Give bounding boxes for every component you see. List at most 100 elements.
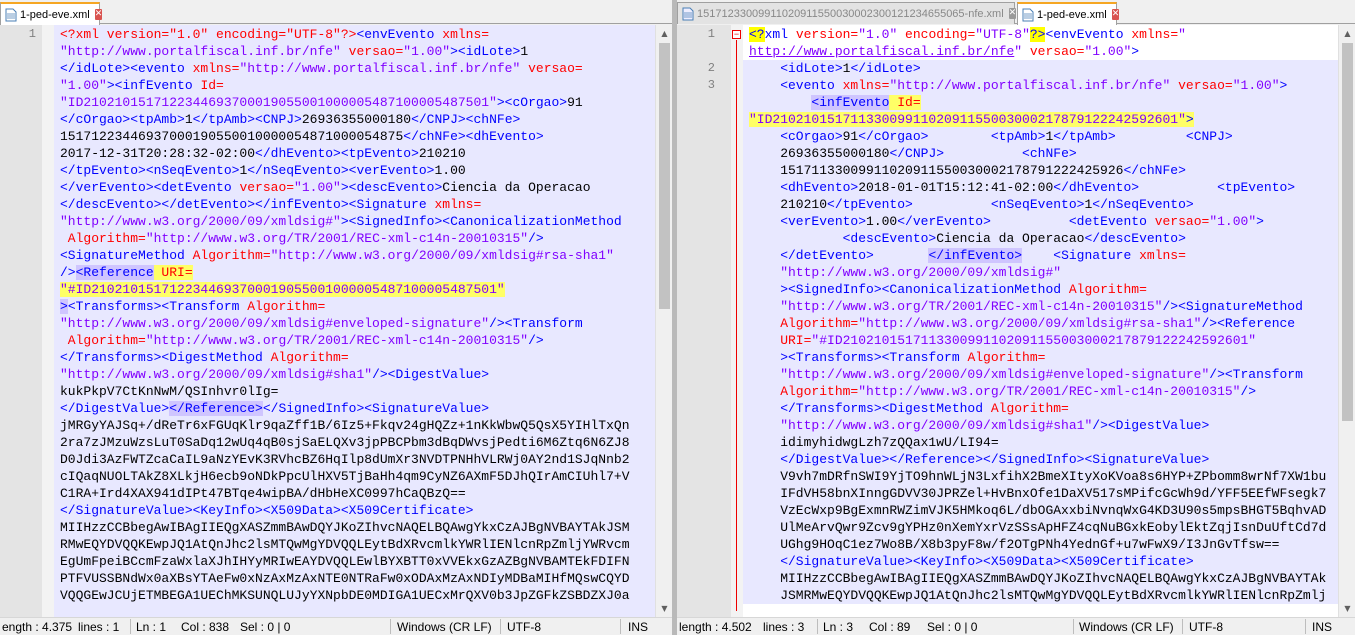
code-token: xmlns= bbox=[442, 27, 490, 42]
code-token: VQQGEwJCUjETMBEGA1UEChMKSUNQLUJyYXNpbDE0… bbox=[60, 588, 630, 603]
tab-1-ped-eve-left[interactable]: 1-ped-eve.xml ✕ bbox=[0, 2, 103, 25]
close-icon[interactable]: ✕ bbox=[1008, 8, 1017, 19]
code-token: "1.00" bbox=[1084, 44, 1132, 59]
code-token: 210210 bbox=[749, 197, 828, 212]
code-line: "#ID210210151712234469370001905500100000… bbox=[60, 281, 505, 298]
status-ln: Ln : 3 bbox=[823, 620, 854, 634]
scroll-thumb[interactable] bbox=[659, 43, 670, 309]
code-token: "1.00" bbox=[1232, 78, 1280, 93]
code-line: <dhEvento>2018-01-01T15:12:41-02:00</dhE… bbox=[749, 179, 1295, 196]
code-token: UGhg9HOqC1ez7Wo8B/X8b3pyF8w/f2OTgPNh4Yed… bbox=[749, 537, 1280, 552]
code-line: C1RA+Ird4XAX941dIPt47BTqe4wipBA/dHbHeXC0… bbox=[60, 485, 466, 502]
code-line: PTFVUSSBNdWx0aXBsYTAeFw0xNzAxMzAxNTE0NTR… bbox=[60, 570, 630, 587]
code-token: MIIHzzCCBbegAwIBAgIIEQgXASZmmBAwDQYJKoZI… bbox=[749, 571, 1327, 586]
close-icon[interactable]: ✕ bbox=[94, 9, 103, 20]
status-eol: Windows (CR LF) bbox=[397, 620, 492, 634]
code-token: <descEvento> bbox=[749, 231, 937, 246]
code-token: "http://www.w3.org/2000/09/xmldsig#envel… bbox=[60, 316, 490, 331]
code-token: </chNFe><dhEvento> bbox=[403, 129, 544, 144]
code-token: <?xml version="1.0" encoding="UTF-8"?> bbox=[60, 27, 357, 42]
code-token: </verEvento> <detEvento bbox=[897, 214, 1155, 229]
vertical-scrollbar[interactable]: ▲ ▼ bbox=[655, 25, 672, 617]
code-line: UlMeArvQwr9Zcv9gYPHz0nXemYxrVzSSsApHFZ4c… bbox=[749, 519, 1326, 536]
scroll-thumb[interactable] bbox=[1342, 43, 1353, 421]
code-token: versao= bbox=[1154, 214, 1210, 229]
vertical-scrollbar[interactable]: ▲ ▼ bbox=[1338, 25, 1355, 617]
code-token: /><Transform bbox=[489, 316, 583, 331]
status-lines: lines : 3 bbox=[763, 620, 805, 634]
code-token: ><SignedInfo><CanonicalizationMethod bbox=[749, 282, 1069, 297]
code-token: "UTF-8" bbox=[975, 27, 1030, 42]
code-line: 1517122344693700019055001000005487100005… bbox=[60, 128, 544, 145]
code-token: 1.00 bbox=[434, 163, 466, 178]
code-token: </verEvento><detEvento bbox=[60, 180, 240, 195]
code-line: UGhg9HOqC1ez7Wo8B/X8b3pyF8w/f2OTgPNh4Yed… bbox=[749, 536, 1280, 553]
code-token: </dhEvento><tpEvento> bbox=[255, 146, 419, 161]
code-token: ><cOrgao> bbox=[496, 95, 568, 110]
code-token: "http://www.w3.org/2000/09/xmldsig#rsa-s… bbox=[270, 248, 614, 263]
code-line: JSMRMwEQYDVQQKEwpJQ1AtQnJhc2lsMTQwMgYDVQ… bbox=[749, 587, 1326, 604]
code-line: <verEvento>1.00</verEvento> <detEvento v… bbox=[749, 213, 1264, 230]
arrow-up-icon[interactable]: ▲ bbox=[656, 25, 672, 42]
code-token: "1.00" bbox=[60, 78, 107, 93]
code-token: Algorithm= bbox=[967, 350, 1046, 365]
code-line: </Transforms><DigestMethod Algorithm= bbox=[60, 349, 349, 366]
code-token: </idLote> bbox=[850, 61, 921, 76]
text-editor-right[interactable]: 1 2 3 − <?xml version="1.0" encoding="UT… bbox=[677, 25, 1355, 617]
code-token: ><SignedInfo><CanonicalizationMethod bbox=[340, 214, 622, 229]
close-icon[interactable]: ✕ bbox=[1111, 9, 1120, 20]
code-token: IFdVH58bnXInngGDVV30JPRZel+HvBnxOfe1DaXV… bbox=[749, 486, 1327, 501]
code-token: C1RA+Ird4XAX941dIPt47BTqe4wipBA/dHbHeXC0… bbox=[60, 486, 466, 501]
code-line: <evento xmlns="http://www.portalfiscal.i… bbox=[749, 77, 1287, 94]
code-token: idimyhidwgLzh7zQQax1wU/LI94= bbox=[749, 435, 999, 450]
code-token: > bbox=[60, 299, 68, 314]
code-token: <envEvento bbox=[356, 27, 443, 42]
code-token: "1.00" bbox=[294, 180, 341, 195]
code-token: </cOrgao> <tpAmb> bbox=[858, 129, 1046, 144]
code-token: </chNFe> bbox=[1123, 163, 1186, 178]
code-token: "1.00" bbox=[1209, 214, 1257, 229]
code-token: <evento bbox=[749, 78, 843, 93]
code-token: </idLote><evento bbox=[60, 61, 193, 76]
code-token: UlMeArvQwr9Zcv9gYPHz0nXemYxrVzSSsApHFZ4c… bbox=[749, 520, 1327, 535]
code-line: </tpEvento><nSeqEvento>1</nSeqEvento><ve… bbox=[60, 162, 466, 179]
code-token: JSMRMwEQYDVQQKEwpJQ1AtQnJhc2lsMTQwMgYDVQ… bbox=[749, 588, 1327, 603]
code-line: "1.00"><infEvento Id= bbox=[60, 77, 224, 94]
arrow-down-icon[interactable]: ▼ bbox=[1339, 600, 1355, 617]
code-token: </DigestValue></Reference></SignedInfo><… bbox=[749, 452, 1210, 467]
code-token: </CNPJ><chNFe> bbox=[411, 112, 521, 127]
code-line: Algorithm="http://www.w3.org/TR/2001/REC… bbox=[749, 383, 1256, 400]
tab-nfe-xml[interactable]: 1517123300991102091155003000230012123465… bbox=[677, 2, 1017, 24]
status-lines: lines : 1 bbox=[78, 620, 120, 634]
status-sel: Sel : 0 | 0 bbox=[927, 620, 978, 634]
status-ln: Ln : 1 bbox=[136, 620, 167, 634]
code-line: VQQGEwJCUjETMBEGA1UEChMKSUNQLUJyYXNpbDE0… bbox=[60, 587, 630, 604]
code-line: jMRGyYAJSq+/dReTr6xFGUqKlr9qaZff1B/6Iz5+… bbox=[60, 417, 630, 434]
code-token: Algorithm= bbox=[270, 350, 349, 365]
fold-minus-icon[interactable]: − bbox=[732, 30, 741, 39]
code-line: 26936355000180</CNPJ> <chNFe> bbox=[749, 145, 1076, 162]
code-token: /> bbox=[528, 231, 544, 246]
code-token: Id= bbox=[889, 95, 921, 110]
text-editor-left[interactable]: 1 <?xml version="1.0" encoding="UTF-8"?>… bbox=[0, 25, 672, 617]
tab-1-ped-eve-right[interactable]: 1-ped-eve.xml ✕ bbox=[1017, 2, 1120, 25]
code-token: ><idLote> bbox=[450, 44, 521, 59]
code-line: ><Transforms><Transform Algorithm= bbox=[749, 349, 1045, 366]
code-token: URI= bbox=[153, 265, 193, 280]
code-token: ><descEvento> bbox=[340, 180, 443, 195]
code-line: 1517113300991102091155003000217879122242… bbox=[749, 162, 1186, 179]
code-token: RMwEQYDVQQKEwpJQ1AtQnJhc2lsMTQwMgYDVQQLE… bbox=[60, 537, 630, 552]
code-token: Algorithm= bbox=[192, 248, 271, 263]
code-token: > bbox=[1185, 112, 1194, 127]
code-line: <?xml version="1.0" encoding="UTF-8"?><e… bbox=[60, 26, 489, 43]
code-line: </descEvento></detEvento></infEvento><Si… bbox=[60, 196, 481, 213]
code-token: http://www.portalfiscal.inf.br/nfe bbox=[749, 44, 1015, 59]
code-text[interactable]: <?xml version="1.0" encoding="UTF-8"?><e… bbox=[743, 25, 1338, 617]
arrow-up-icon[interactable]: ▲ bbox=[1339, 25, 1355, 42]
code-line: kukPkpV7CtKnNwM/QSInhvr0lIg= bbox=[60, 383, 278, 400]
code-token: versao= bbox=[1170, 78, 1233, 93]
arrow-down-icon[interactable]: ▼ bbox=[656, 600, 672, 617]
code-text[interactable]: <?xml version="1.0" encoding="UTF-8"?><e… bbox=[54, 25, 655, 617]
code-line: "ID2102101517122344693700019055001000005… bbox=[60, 94, 583, 111]
